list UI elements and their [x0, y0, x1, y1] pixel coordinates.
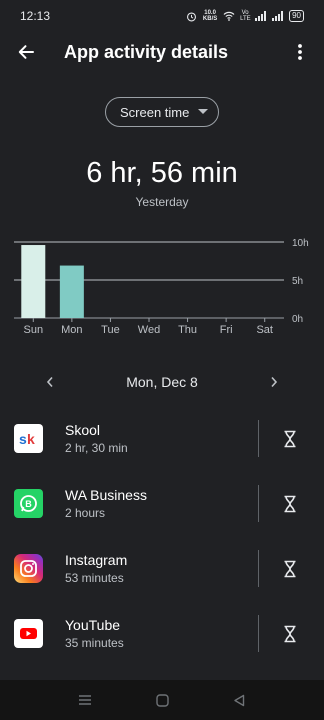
- app-usage: 2 hr, 30 min: [65, 441, 128, 455]
- status-bar: 12:13 10.0 KB/S Vo LTE 90: [0, 0, 324, 32]
- system-back-button[interactable]: [229, 690, 249, 710]
- usage-chart: 10h 5h 0h Sun Mon Tue Wed Thu Fri Sat: [14, 238, 309, 336]
- chevron-down-icon: [198, 109, 208, 114]
- app-usage: 35 minutes: [65, 636, 124, 650]
- svg-text:k: k: [27, 431, 35, 447]
- skool-icon: sk: [14, 424, 43, 453]
- x-tick-label[interactable]: Sun: [23, 324, 43, 336]
- app-row-youtube[interactable]: YouTube 35 minutes: [0, 601, 324, 666]
- back-triangle-icon: [234, 694, 245, 706]
- total-screen-time-label: Yesterday: [135, 195, 189, 209]
- divider: [258, 615, 259, 652]
- chevron-left-icon: [46, 376, 53, 388]
- menu-lines-icon: [79, 695, 91, 705]
- date-navigation: Mon, Dec 8: [0, 368, 324, 396]
- y-tick-label: 0h: [292, 314, 303, 325]
- back-button[interactable]: [8, 34, 44, 70]
- data-speed-text: 10.0 KB/S: [202, 10, 218, 22]
- x-tick-label[interactable]: Sat: [256, 324, 273, 336]
- app-row-wa-business[interactable]: B WA Business 2 hours: [0, 471, 324, 536]
- hourglass-icon: [284, 625, 296, 643]
- metric-dropdown-label: Screen time: [120, 104, 190, 120]
- selected-date: Mon, Dec 8: [126, 374, 198, 390]
- instagram-icon: [14, 554, 43, 583]
- app-name: Skool: [65, 422, 101, 438]
- y-tick-label: 5h: [292, 276, 303, 287]
- app-timer-button[interactable]: [276, 621, 304, 647]
- app-timer-button[interactable]: [276, 426, 304, 452]
- x-tick-label[interactable]: Wed: [138, 324, 160, 336]
- y-tick-label: 10h: [292, 238, 309, 249]
- app-row-instagram[interactable]: Instagram 53 minutes: [0, 536, 324, 601]
- more-options-button[interactable]: [286, 38, 314, 66]
- recents-button[interactable]: [75, 690, 95, 710]
- page-title: App activity details: [64, 41, 229, 62]
- more-vert-icon: [298, 44, 302, 60]
- hourglass-icon: [284, 495, 296, 513]
- x-tick-label[interactable]: Tue: [101, 324, 120, 336]
- app-name: Instagram: [65, 552, 128, 568]
- x-tick-label[interactable]: Thu: [178, 324, 197, 336]
- system-nav-bar: [0, 680, 324, 720]
- divider: [258, 550, 259, 587]
- network-text: Vo LTE: [240, 10, 251, 22]
- app-usage: 53 minutes: [65, 571, 124, 585]
- app-bar: App activity details: [0, 32, 324, 72]
- divider: [258, 485, 259, 522]
- app-name: YouTube: [65, 617, 121, 633]
- signal-icon: [255, 11, 267, 21]
- svg-text:B: B: [25, 499, 32, 509]
- app-name: WA Business: [65, 487, 147, 503]
- previous-day-button[interactable]: [40, 372, 60, 392]
- status-icons: 10.0 KB/S Vo LTE 90: [186, 10, 304, 22]
- whatsapp-business-icon: B: [14, 489, 43, 518]
- alarm-icon: [187, 11, 197, 21]
- wifi-icon: [223, 11, 235, 21]
- status-time: 12:13: [20, 9, 51, 23]
- hourglass-icon: [284, 430, 296, 448]
- signal-icon-2: [272, 11, 284, 21]
- svg-text:s: s: [19, 431, 27, 447]
- app-timer-button[interactable]: [276, 556, 304, 582]
- app-list: sk Skool 2 hr, 30 min B WA Business 2 ho…: [0, 406, 324, 666]
- hourglass-icon: [284, 560, 296, 578]
- battery-indicator: 90: [289, 10, 304, 22]
- x-tick-label[interactable]: Mon: [61, 324, 82, 336]
- app-row-skool[interactable]: sk Skool 2 hr, 30 min: [0, 406, 324, 471]
- total-screen-time: 6 hr, 56 min: [86, 157, 238, 189]
- home-button[interactable]: [152, 690, 172, 710]
- youtube-icon: [14, 619, 43, 648]
- bar-sun[interactable]: [21, 245, 46, 318]
- home-square-icon: [155, 693, 169, 707]
- next-day-button[interactable]: [264, 372, 284, 392]
- metric-dropdown[interactable]: Screen time: [105, 97, 219, 127]
- chevron-right-icon: [271, 376, 278, 388]
- app-usage: 2 hours: [65, 506, 106, 520]
- divider: [258, 420, 259, 457]
- bar-mon[interactable]: [59, 265, 84, 318]
- x-tick-label[interactable]: Fri: [220, 324, 233, 336]
- arrow-left-icon: [18, 45, 34, 59]
- app-timer-button[interactable]: [276, 491, 304, 517]
